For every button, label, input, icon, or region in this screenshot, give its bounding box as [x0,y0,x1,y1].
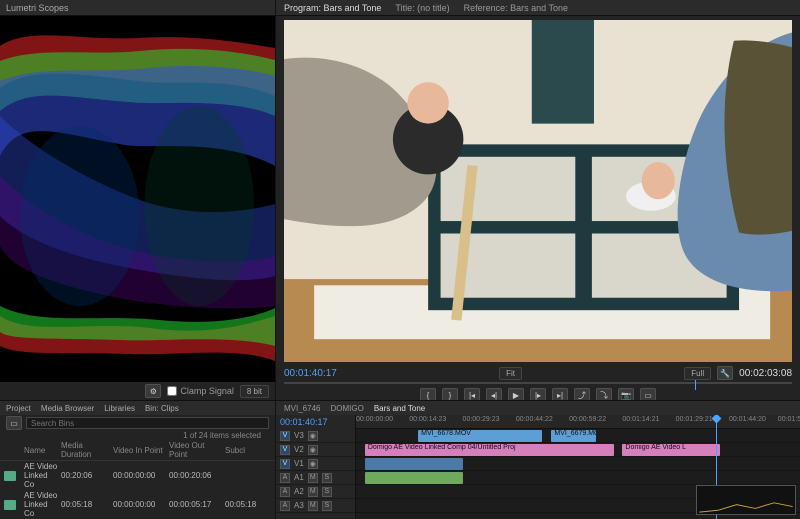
scopes-footer: ⚙ Clamp Signal 8 bit [0,382,275,400]
project-row[interactable]: AE Video Linked Co 00:20:06 00:00:00:00 … [0,461,275,490]
col-out[interactable]: Video Out Point [169,441,223,459]
col-in[interactable]: Video In Point [113,446,167,455]
clip[interactable]: MVI_6679.MOV [551,430,595,442]
clip-audio[interactable] [365,472,463,484]
program-tab[interactable]: Program: Bars and Tone [284,3,381,13]
track-header-a3[interactable]: AA3MS [276,499,355,513]
timeline-tab-bar: MVI_6746 DOMIGO Bars and Tone [276,401,800,415]
track-header-v3[interactable]: VV3◉ [276,429,355,443]
sequence-duration: 00:02:03:08 [739,368,792,379]
zoom-fit-select[interactable]: Fit [499,367,522,380]
playhead-timecode[interactable]: 00:01:40:17 [284,368,337,379]
scopes-tab[interactable]: Lumetri Scopes [6,3,69,13]
selection-count: 1 of 24 items selected [0,431,275,440]
clip-icon [4,471,16,481]
clip[interactable]: Domigo AE Video Linked Comp 04/Untitled … [365,444,614,456]
audio-meters [696,485,796,515]
sequence-tab[interactable]: DOMIGO [330,404,363,413]
sequence-tab-active[interactable]: Bars and Tone [374,404,425,413]
tab-media-browser[interactable]: Media Browser [41,404,94,413]
tab-bin[interactable]: Bin: Clips [145,404,179,413]
track-headers: 00:01:40:17 VV3◉ VV2◉ VV1◉ AA1MS AA2MS A… [276,415,356,519]
track-header-a2[interactable]: AA2MS [276,485,355,499]
col-duration[interactable]: Media Duration [61,441,111,459]
timeline-tracks[interactable]: 00:00:00:00 00:00:14:23 00:00:29:23 00:0… [356,415,800,519]
track-v3[interactable]: MVI_6678.MOV MVI_6679.MOV [356,429,800,443]
track-v2[interactable]: Domigo AE Video Linked Comp 04/Untitled … [356,443,800,457]
transport-bar: 00:01:40:17 Fit Full 🔧 00:02:03:08 { } |… [276,362,800,400]
timeline-panel: MVI_6746 DOMIGO Bars and Tone 00:01:40:1… [276,400,800,519]
bit-depth-select[interactable]: 8 bit [240,385,269,398]
track-v1[interactable] [356,457,800,471]
mini-time-ruler[interactable] [284,382,792,384]
clip[interactable]: MVI_6678.MOV [418,430,542,442]
track-a1[interactable] [356,471,800,485]
project-tab-bar: Project Media Browser Libraries Bin: Cli… [0,401,275,415]
clip-icon [4,500,16,510]
timeline-timecode[interactable]: 00:01:40:17 [276,415,355,429]
search-input[interactable] [26,417,269,429]
project-panel: Project Media Browser Libraries Bin: Cli… [0,400,276,519]
track-header-v2[interactable]: VV2◉ [276,443,355,457]
clip[interactable]: Domigo AE Video L [622,444,720,456]
settings-icon[interactable]: ⚙ [145,384,161,398]
clamp-signal-toggle[interactable]: Clamp Signal [167,386,234,396]
project-columns: Name Media Duration Video In Point Video… [0,440,275,461]
program-monitor-panel: Program: Bars and Tone Title: (no title)… [276,0,800,400]
tab-libraries[interactable]: Libraries [104,404,135,413]
time-ruler[interactable]: 00:00:00:00 00:00:14:23 00:00:29:23 00:0… [356,415,800,429]
track-header-v1[interactable]: VV1◉ [276,457,355,471]
sequence-tab[interactable]: MVI_6746 [284,404,320,413]
program-tab-bar: Program: Bars and Tone Title: (no title)… [276,0,800,16]
lumetri-scopes-panel: Lumetri Scopes ⚙ [0,0,276,400]
track-header-a1[interactable]: AA1MS [276,471,355,485]
waveform-scope [0,16,275,382]
col-name[interactable]: Name [24,446,59,455]
bin-icon[interactable]: ▭ [6,416,22,430]
tab-project[interactable]: Project [6,404,31,413]
program-viewer[interactable] [284,20,792,362]
scope-display [0,16,275,382]
project-row[interactable]: AE Video Linked Co 00:05:18 00:00:00:00 … [0,490,275,519]
wrench-icon[interactable]: 🔧 [717,366,733,380]
clip[interactable] [365,458,463,470]
video-frame [284,20,792,362]
playback-quality-select[interactable]: Full [684,367,711,380]
col-sub[interactable]: Subcl [225,446,271,455]
reference-tab[interactable]: Reference: Bars and Tone [464,3,568,13]
title-tab[interactable]: Title: (no title) [395,3,449,13]
scopes-tab-bar: Lumetri Scopes [0,0,275,16]
